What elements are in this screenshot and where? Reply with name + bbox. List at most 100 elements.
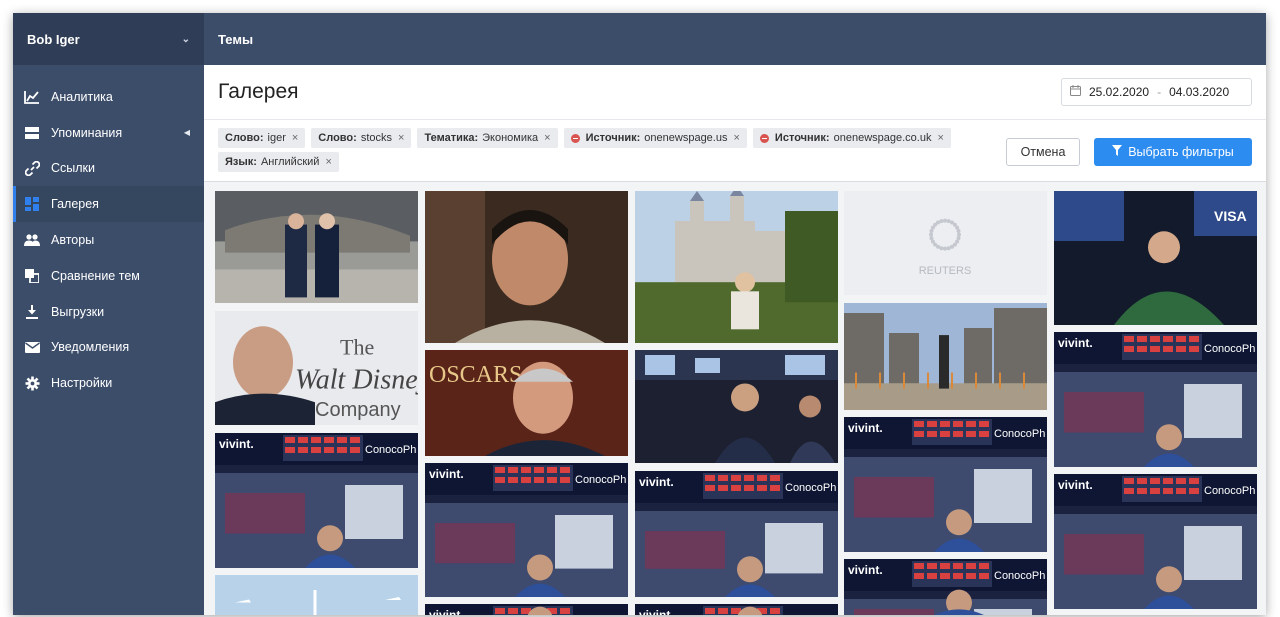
chart-icon [24,89,40,105]
close-icon[interactable]: × [325,156,331,168]
gallery-image[interactable] [215,191,418,303]
chevron-down-icon: ⌄ [181,33,190,45]
svg-text:vivint.: vivint. [1058,478,1093,492]
gallery-grid: The Walt Disney Company vivint. ConocoPh [204,191,1266,615]
sidebar-item-label: Сравнение тем [51,268,140,283]
close-icon[interactable]: × [937,132,943,144]
gallery-image[interactable] [635,350,838,463]
svg-text:vivint.: vivint. [1058,336,1093,350]
gallery-image[interactable]: vivint. ConocoPh [635,604,838,615]
excluded-icon [570,133,580,143]
gallery-image[interactable]: vivint. ConocoPh [844,559,1047,615]
sidebar-item-label: Упоминания [51,125,123,140]
gallery-image[interactable]: VISA [1054,191,1257,325]
sidebar-item-settings[interactable]: Настройки [13,365,204,401]
filter-chip: Источник: onenewspage.us × [563,128,747,148]
filter-chip-key: Источник: [774,132,830,144]
page-title: Галерея [218,80,299,103]
apply-filters-button[interactable]: Выбрать фильтры [1094,138,1252,166]
svg-text:Walt Disney: Walt Disney [295,365,418,396]
sidebar-item-compare[interactable]: Сравнение тем [13,258,204,294]
caret-left-icon: ◀ [183,128,190,138]
sidebar-item-links[interactable]: Ссылки [13,151,204,187]
filter-chip-key: Слово: [225,132,264,144]
gallery-image[interactable]: REUTERS [844,191,1047,295]
sidebar-item-mentions[interactable]: Упоминания ◀ [13,115,204,151]
filter-chip-value: onenewspage.co.uk [833,132,932,144]
filter-chip-value: Английский [260,156,320,168]
mentions-icon [24,125,40,141]
main-content: Галерея 25.02.2020 - 04.03.2020 Слово: ig… [204,65,1266,615]
castle-park-image [635,191,838,343]
sidebar-item-gallery[interactable]: Галерея [13,186,204,223]
date-range-picker[interactable]: 25.02.2020 - 04.03.2020 [1061,78,1252,106]
gallery-image[interactable] [844,303,1047,410]
svg-text:Company: Company [315,399,401,421]
svg-text:OSCARS: OSCARS [429,362,522,388]
gallery-image[interactable]: vivint. ConocoPh [1054,332,1257,467]
svg-text:ConocoPh: ConocoPh [785,482,836,494]
sidebar-item-label: Аналитика [51,89,113,104]
filter-chip-key: Источник: [585,132,641,144]
svg-text:vivint.: vivint. [639,608,674,615]
svg-text:ConocoPh: ConocoPh [994,428,1045,440]
stock-exchange-screens-image: vivint. ConocoPh [635,471,838,597]
sidebar-item-downloads[interactable]: Выгрузки [13,294,204,330]
cancel-button[interactable]: Отмена [1006,138,1080,166]
airshow-image [215,575,418,615]
close-icon[interactable]: × [733,132,739,144]
mail-icon [24,339,40,355]
user-menu[interactable]: Bob Iger ⌄ [13,13,204,65]
close-icon[interactable]: × [398,132,404,144]
sidebar-nav: Аналитика Упоминания ◀ Ссылки Галерея Ав… [13,65,204,401]
close-icon[interactable]: × [292,132,298,144]
sidebar-item-authors[interactable]: Авторы [13,222,204,258]
filter-chip-value: Экономика [482,132,539,144]
svg-text:The: The [340,334,374,359]
gallery-image[interactable]: The Walt Disney Company [215,311,418,425]
sidebar-item-label: Настройки [51,376,113,391]
close-icon[interactable]: × [544,132,550,144]
sidebar-item-analytics[interactable]: Аналитика [13,79,204,115]
filter-chip: Язык: Английский × [218,152,339,172]
app-window: Bob Iger ⌄ Аналитика Упоминания ◀ Ссылки… [13,13,1266,615]
filter-icon [1112,145,1123,159]
sidebar-item-notifications[interactable]: Уведомления [13,330,204,366]
link-icon [24,160,40,176]
actor-portrait-image [425,191,628,343]
cancel-button-label: Отмена [1020,145,1066,159]
gallery-image[interactable]: vivint. ConocoPh [215,433,418,568]
filter-chip-value: onenewspage.us [644,132,728,144]
traders-floor-image [635,350,838,463]
calendar-icon [1070,85,1081,99]
date-from[interactable]: 25.02.2020 [1089,85,1149,99]
gallery-image[interactable]: vivint. ConocoPh [1054,474,1257,609]
sidebar: Bob Iger ⌄ Аналитика Упоминания ◀ Ссылки… [13,13,204,615]
stock-exchange-screens-image: vivint. ConocoPh [215,433,418,568]
sidebar-item-label: Уведомления [51,340,130,355]
stock-exchange-screens-image: vivint. ConocoPh [425,604,628,615]
gallery-image[interactable]: vivint. ConocoPh [635,471,838,597]
svg-text:ConocoPh: ConocoPh [365,444,416,456]
trader-visa-image: VISA [1054,191,1257,325]
filter-chip: Слово: iger × [218,128,306,148]
svg-text:vivint.: vivint. [848,421,883,435]
gear-icon [24,375,40,391]
svg-text:vivint.: vivint. [429,608,464,615]
gallery-image[interactable]: OSCARS [425,350,628,456]
gallery-image[interactable]: vivint. ConocoPh [425,604,628,615]
compare-icon [24,268,40,284]
gallery-image[interactable] [425,191,628,343]
gallery-image[interactable]: vivint. ConocoPh [844,417,1047,552]
gallery-image[interactable] [215,575,418,615]
svg-text:ConocoPh: ConocoPh [994,570,1045,582]
filter-chip-key: Тематика: [424,132,479,144]
disney-portrait-image: The Walt Disney Company [215,311,418,425]
gallery-image[interactable] [635,191,838,343]
svg-text:ConocoPh: ConocoPh [1204,485,1255,497]
apply-filters-label: Выбрать фильтры [1128,145,1234,159]
excluded-icon [759,133,769,143]
gallery-image[interactable]: vivint. ConocoPh [425,463,628,597]
filter-bar: Слово: iger × Слово: stocks × Тематика: Экономи… [204,120,1266,182]
date-to[interactable]: 04.03.2020 [1169,85,1229,99]
